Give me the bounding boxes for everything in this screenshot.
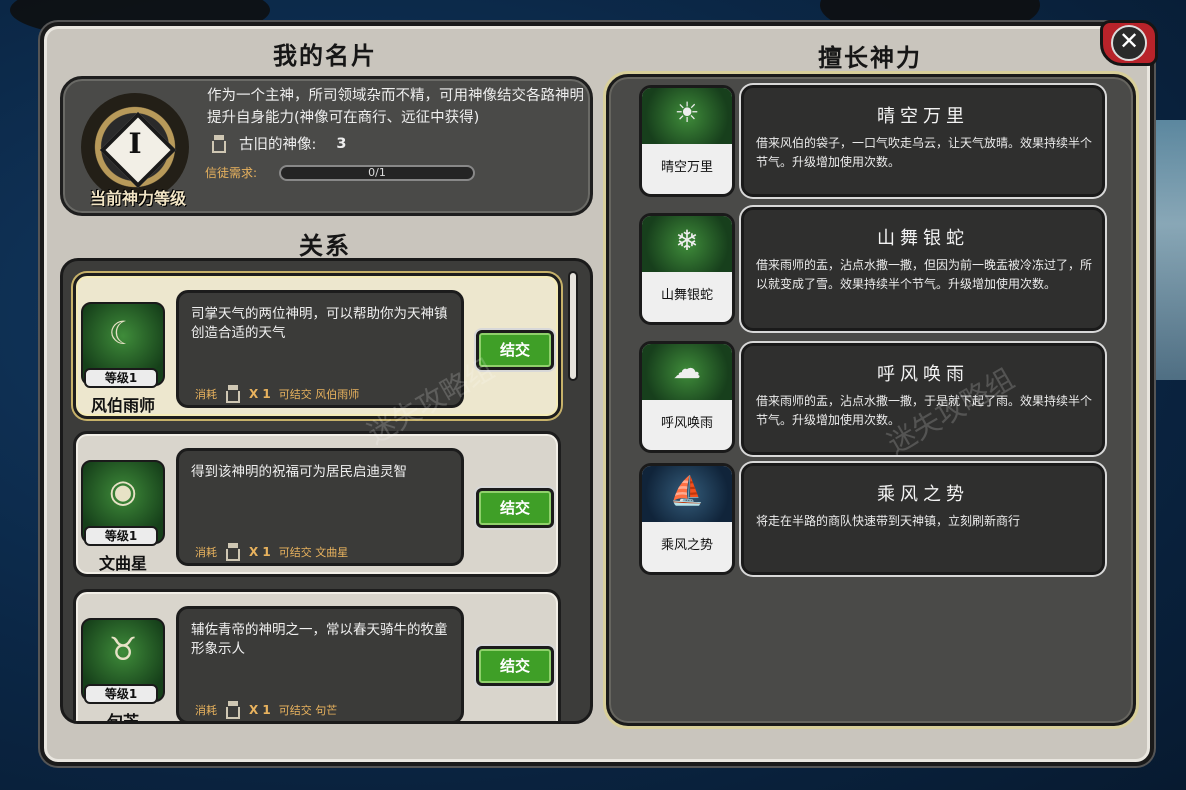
card-description: 作为一个主神，所司领域杂而不精，可用神像结交各路神明提升自身能力(神像可在商行、… (207, 88, 584, 126)
relation-row[interactable]: ◉ 等级1 文曲星 得到该神明的祝福可为居民启迪灵智 消耗 X 1 可结交 文曲… (73, 431, 561, 577)
requirement-progress-text: 0/1 (368, 166, 386, 179)
relation-cost: 消耗 X 1 可结交 句芒 (195, 701, 337, 719)
god-level: 等级1 (84, 684, 158, 704)
relation-cost: 消耗 X 1 可结交 文曲星 (195, 543, 348, 561)
sailboat-icon: ⛵ (642, 466, 732, 522)
power-card-name: 山舞银蛇 (660, 288, 713, 303)
power-title: 乘风之势 (877, 484, 969, 505)
requirement-progress-bar: 0/1 (279, 165, 475, 181)
statue-row: 古旧的神像: 3 (211, 133, 346, 154)
cost-multiplier: X 1 (249, 545, 271, 559)
relations-title: 关系 (299, 231, 351, 260)
statue-icon (225, 701, 241, 719)
power-card-name: 晴空万里 (660, 160, 713, 175)
emblem-numeral: I (128, 127, 142, 160)
power-desc-box: 山舞银蛇 借来雨师的盂，沾点水撒一撒，但因为前一晚盂被冷冻过了，所以就变成了雪。… (741, 207, 1105, 331)
power-card-name: 乘风之势 (660, 538, 713, 553)
relation-description: 得到该神明的祝福可为居民启迪灵智 (191, 464, 407, 480)
statue-icon (225, 385, 241, 403)
relation-description: 辅佐青帝的神明之一，常以春天骑牛的牧童形象示人 (191, 622, 448, 657)
relation-cost: 消耗 X 1 可结交 风伯雨师 (195, 385, 359, 403)
god-name: 风伯雨师 (90, 396, 155, 415)
cost-label: 消耗 (195, 704, 217, 717)
card-title: 我的名片 (273, 41, 377, 70)
god-name: 文曲星 (98, 554, 147, 573)
cost-text: 可结交 风伯雨师 (278, 388, 360, 401)
power-desc-box: 乘风之势 将走在半路的商队快速带到天神镇，立刻刷新商行 (741, 463, 1105, 575)
close-icon: ✕ (1111, 25, 1147, 61)
power-title: 呼风唤雨 (877, 364, 969, 385)
befriend-button[interactable]: 结交 (476, 488, 554, 528)
close-button[interactable]: ✕ (1100, 20, 1158, 66)
power-card-name: 呼风唤雨 (660, 416, 713, 431)
god-level: 等级1 (84, 526, 158, 546)
power-description: 将走在半路的商队快速带到天神镇，立刻刷新商行 (756, 514, 1021, 528)
power-card[interactable]: ⛵ 乘风之势 (639, 463, 735, 575)
sun-icon: ☀ (642, 88, 732, 144)
cost-multiplier: X 1 (249, 387, 271, 401)
power-card[interactable]: ❄ 山舞银蛇 (639, 213, 735, 325)
relations-list[interactable]: ☾ 等级1 风伯雨师 司掌天气的两位神明，可以帮助你为天神镇创造合适的天气 消耗… (60, 258, 593, 724)
relation-row[interactable]: ☾ 等级1 风伯雨师 司掌天气的两位神明，可以帮助你为天神镇创造合适的天气 消耗… (73, 273, 561, 419)
power-title: 山舞银蛇 (877, 228, 969, 249)
cost-label: 消耗 (195, 388, 217, 401)
power-description: 借来风伯的袋子，一口气吹走乌云，让天气放晴。效果持续半个节气。升级增加使用次数。 (756, 136, 1093, 169)
power-card[interactable]: ☁ 呼风唤雨 (639, 341, 735, 453)
rain-cloud-icon: ☁ (642, 344, 732, 400)
relation-description: 司掌天气的两位神明，可以帮助你为天神镇创造合适的天气 (191, 306, 448, 341)
powers-title: 擅长神力 (818, 43, 922, 72)
statue-label: 古旧的神像: (239, 137, 317, 153)
name-card: I 当前神力等级 作为一个主神，所司领域杂而不精，可用神像结交各路神明提升自身能… (60, 76, 593, 216)
scrollbar[interactable] (568, 271, 578, 381)
power-title: 晴空万里 (877, 106, 969, 127)
befriend-button[interactable]: 结交 (476, 646, 554, 686)
statue-icon (225, 543, 241, 561)
god-level: 等级1 (84, 368, 158, 388)
relation-row[interactable]: ♉ 等级1 句芒 辅佐青帝的神明之一，常以春天骑牛的牧童形象示人 消耗 X 1 … (73, 589, 561, 724)
god-name: 句芒 (106, 712, 139, 724)
cost-label: 消耗 (195, 546, 217, 559)
power-card[interactable]: ☀ 晴空万里 (639, 85, 735, 197)
relation-desc-box: 得到该神明的祝福可为居民启迪灵智 消耗 X 1 可结交 文曲星 (176, 448, 464, 566)
cost-text: 可结交 句芒 (278, 704, 338, 717)
cost-text: 可结交 文曲星 (278, 546, 349, 559)
statue-count: 3 (336, 135, 347, 152)
requirement-label: 信徒需求: (205, 166, 258, 180)
cost-multiplier: X 1 (249, 703, 271, 717)
powers-panel: ☀ 晴空万里 晴空万里 借来风伯的袋子，一口气吹走乌云，让天气放晴。效果持续半个… (606, 74, 1136, 726)
relation-desc-box: 辅佐青帝的神明之一，常以春天骑牛的牧童形象示人 消耗 X 1 可结交 句芒 (176, 606, 464, 721)
power-description: 借来雨师的盂，沾点水撒一撒，但因为前一晚盂被冷冻过了，所以就变成了雪。效果持续半… (756, 258, 1093, 291)
power-desc-box: 晴空万里 借来风伯的袋子，一口气吹走乌云，让天气放晴。效果持续半个节气。升级增加… (741, 85, 1105, 197)
power-level-label: 当前神力等级 (89, 189, 186, 208)
statue-icon (211, 134, 227, 153)
snowflake-icon: ❄ (642, 216, 732, 272)
